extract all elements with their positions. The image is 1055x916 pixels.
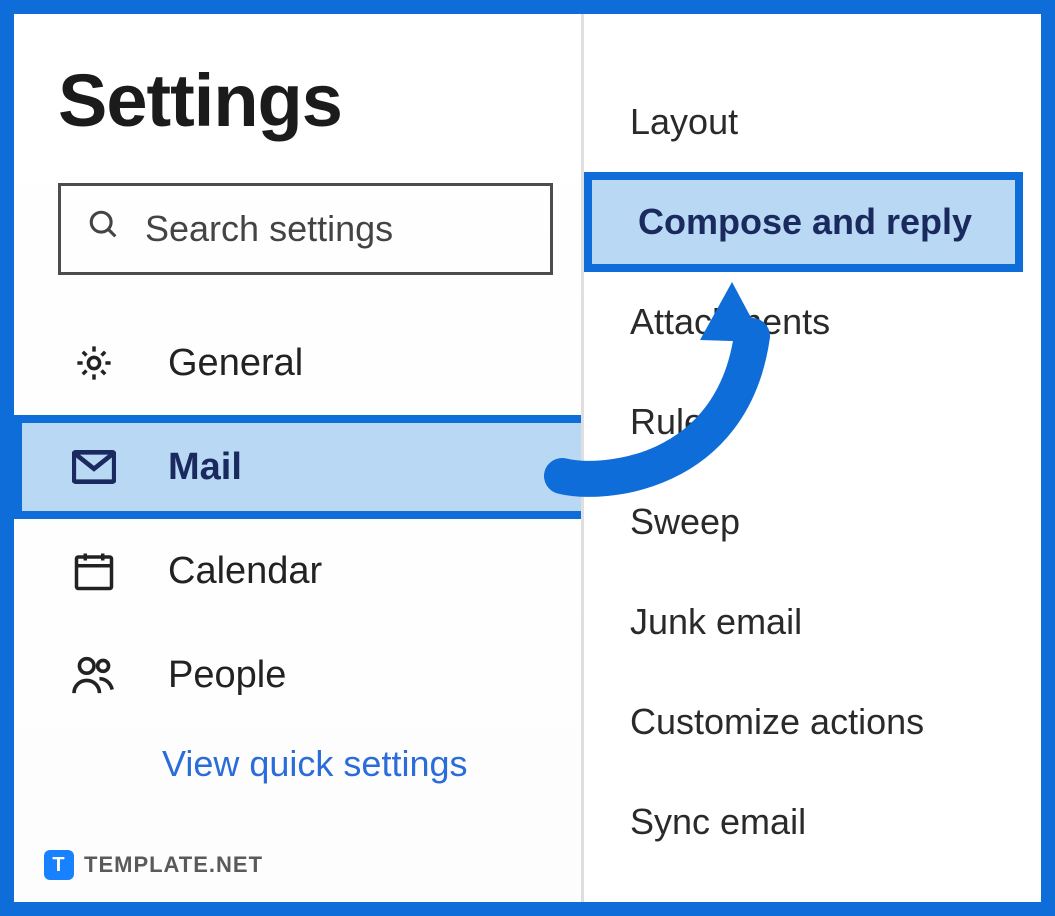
sub-item-layout[interactable]: Layout	[584, 72, 1041, 172]
category-mail[interactable]: Mail	[14, 415, 581, 519]
category-label: General	[168, 342, 303, 385]
sub-item-junk-email[interactable]: Junk email	[584, 572, 1041, 672]
sub-item-customize-actions[interactable]: Customize actions	[584, 672, 1041, 772]
page-title: Settings	[58, 58, 553, 143]
annotated-screenshot: Settings Search settings General Mail Ca	[0, 0, 1055, 916]
category-label: People	[168, 654, 286, 697]
category-label: Calendar	[168, 550, 322, 593]
calendar-icon	[70, 550, 118, 592]
sub-item-sync-email[interactable]: Sync email	[584, 772, 1041, 872]
sub-item-sweep[interactable]: Sweep	[584, 472, 1041, 572]
search-settings-input[interactable]: Search settings	[58, 183, 553, 275]
category-label: Mail	[168, 446, 242, 489]
watermark: T TEMPLATE.NET	[44, 850, 263, 880]
search-placeholder: Search settings	[145, 208, 393, 250]
settings-nav-pane: Settings Search settings General Mail Ca	[14, 14, 584, 902]
watermark-text: TEMPLATE.NET	[84, 852, 263, 878]
watermark-badge-icon: T	[44, 850, 74, 880]
sub-item-compose-reply[interactable]: Compose and reply	[584, 172, 1023, 272]
category-people[interactable]: People	[58, 623, 553, 727]
search-icon	[87, 208, 121, 251]
sub-item-rules[interactable]: Rules	[584, 372, 1041, 472]
category-calendar[interactable]: Calendar	[58, 519, 553, 623]
view-quick-settings-link[interactable]: View quick settings	[58, 743, 553, 785]
gear-icon	[70, 342, 118, 384]
category-general[interactable]: General	[58, 311, 553, 415]
settings-subpane: Layout Compose and reply Attachments Rul…	[584, 14, 1041, 902]
mail-icon	[70, 450, 118, 484]
people-icon	[70, 655, 118, 695]
sub-item-attachments[interactable]: Attachments	[584, 272, 1041, 372]
